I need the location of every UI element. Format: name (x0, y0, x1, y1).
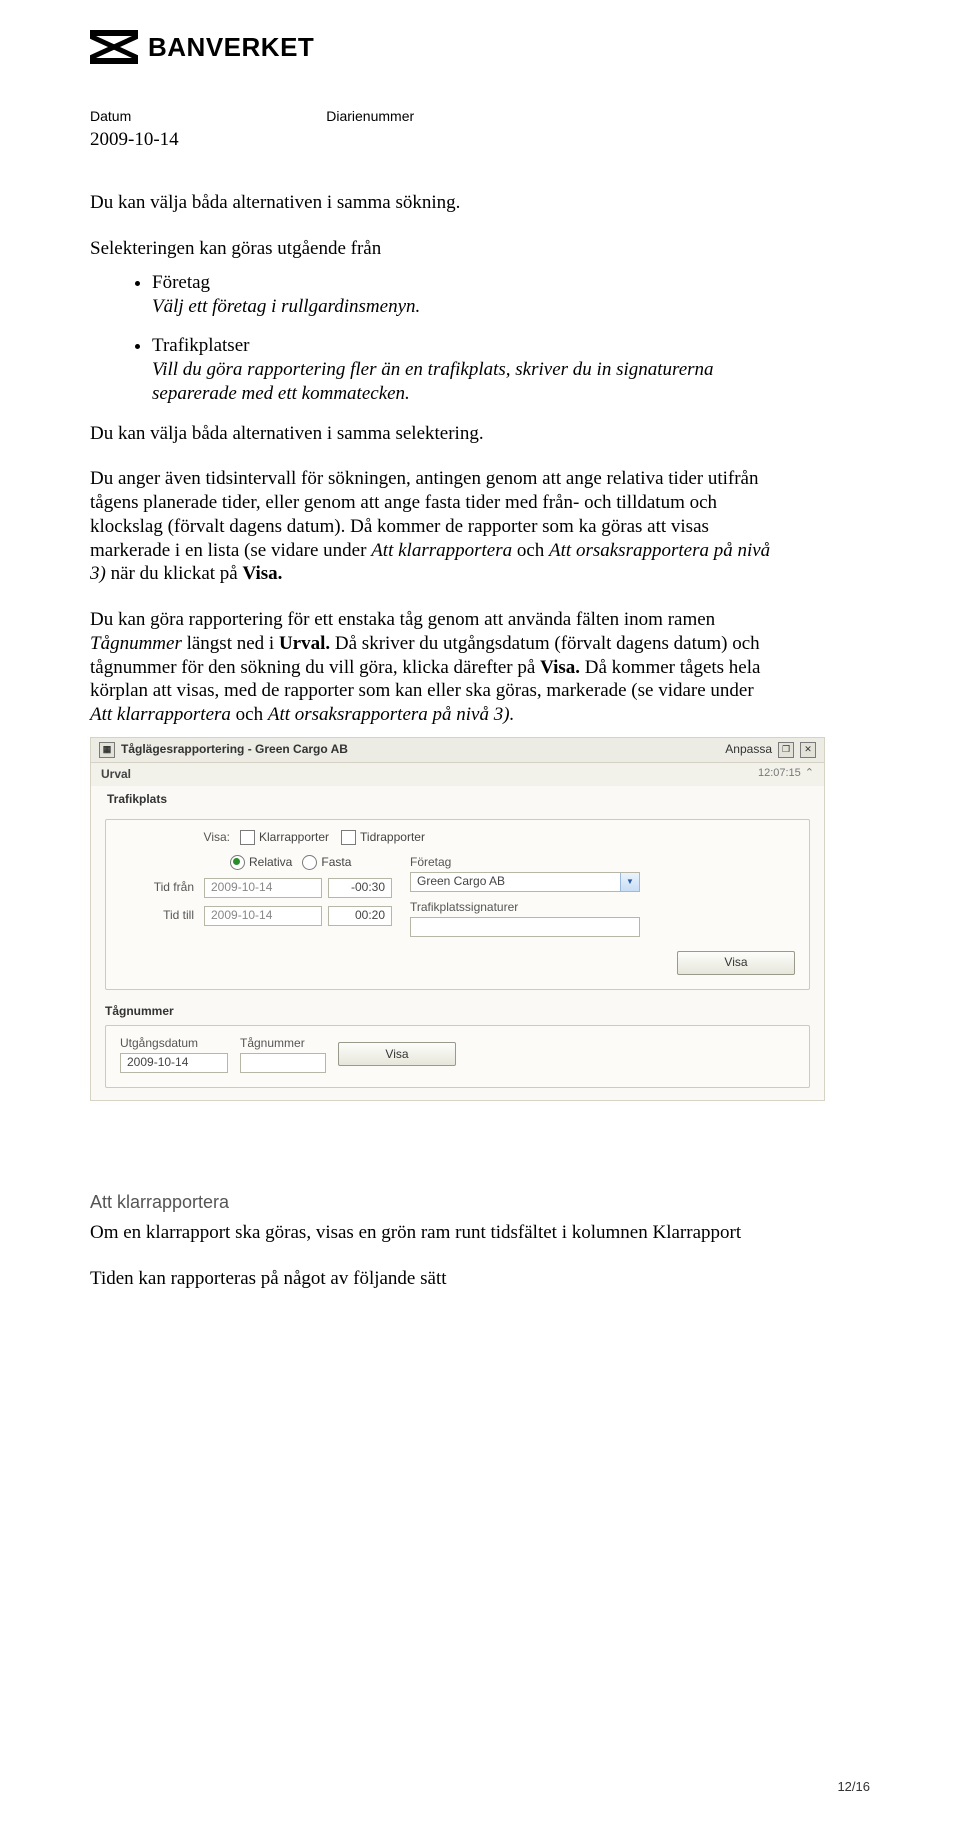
bullet-title: Trafikplatser (152, 334, 780, 358)
tagnummer-box: Utgångsdatum 2009-10-14 Tågnummer Visa (105, 1025, 810, 1088)
restore-icon[interactable]: ❐ (778, 742, 794, 758)
foretag-label: Företag (410, 855, 795, 870)
paragraph: Om en klarrapport ska göras, visas en gr… (90, 1221, 780, 1245)
list-item: Företag Välj ett företag i rullgardinsme… (152, 271, 780, 319)
datum-value: 2009-10-14 (90, 128, 870, 152)
radio-relativa[interactable]: Relativa (230, 855, 292, 870)
urval-header: Urval 12:07:15 ⌃ (91, 763, 824, 786)
visa-button-2[interactable]: Visa (338, 1042, 456, 1066)
anpassa-label[interactable]: Anpassa (725, 742, 772, 757)
utgangsdatum-label: Utgångsdatum (120, 1036, 228, 1051)
body-text: Du kan välja båda alternativen i samma s… (90, 191, 780, 727)
time-input[interactable]: 00:20 (328, 906, 392, 926)
trafikplats-box: Visa: Klarrapporter Tidrapporter (105, 819, 810, 990)
tid-till-label: Tid till (120, 908, 204, 923)
date-input[interactable]: 2009-10-14 (204, 878, 322, 898)
window-icon: ▦ (99, 742, 115, 758)
meta-row: Datum Diarienummer (90, 108, 870, 126)
panel-inner: Visa: Klarrapporter Tidrapporter (91, 807, 824, 1100)
diarienummer-label: Diarienummer (326, 108, 414, 126)
radio-icon (230, 855, 245, 870)
checkbox-tidrapporter[interactable]: Tidrapporter (341, 830, 425, 845)
visa-label: Visa: (120, 830, 240, 845)
visa-button[interactable]: Visa (677, 951, 795, 975)
bullet-sub: Välj ett företag i rullgardinsmenyn. (152, 295, 780, 319)
trafikplats-label: Trafikplats (91, 786, 824, 807)
paragraph: Du kan välja båda alternativen i samma s… (90, 422, 780, 446)
radio-icon (302, 855, 317, 870)
checkbox-icon (240, 830, 255, 845)
window-title: Tåglägesrapportering - Green Cargo AB (121, 742, 348, 757)
trafikplatssignaturer-label: Trafikplatssignaturer (410, 900, 795, 915)
bullet-sub: Vill du göra rapportering fler än en tra… (152, 358, 780, 406)
trafikplatssignaturer-input[interactable] (410, 917, 640, 937)
close-icon[interactable]: ✕ (800, 742, 816, 758)
radio-fasta[interactable]: Fasta (302, 855, 351, 870)
left-column: Relativa Fasta Tid från 2009-10-14 -00: (120, 855, 392, 926)
checkbox-klarrapporter[interactable]: Klarrapporter (240, 830, 329, 845)
datum-label: Datum (90, 108, 131, 126)
date-input[interactable]: 2009-10-14 (204, 906, 322, 926)
paragraph: Selekteringen kan göras utgående från (90, 237, 780, 261)
page: BANVERKET Datum Diarienummer 2009-10-14 … (0, 0, 960, 1821)
tid-fran-label: Tid från (120, 880, 204, 895)
logo-text: BANVERKET (148, 31, 314, 64)
chevron-up-icon[interactable]: ⌃ (805, 767, 814, 781)
screenshot-panel: ▦ Tåglägesrapportering - Green Cargo AB … (90, 737, 825, 1101)
paragraph: Du kan göra rapportering för ett enstaka… (90, 608, 780, 727)
logo-mark (90, 30, 138, 64)
utgangsdatum-input[interactable]: 2009-10-14 (120, 1053, 228, 1073)
logo: BANVERKET (90, 30, 870, 64)
bullet-title: Företag (152, 271, 780, 295)
paragraph: Du kan välja båda alternativen i samma s… (90, 191, 780, 215)
checkbox-icon (341, 830, 356, 845)
bullet-list: Företag Välj ett företag i rullgardinsme… (90, 271, 780, 406)
foretag-select[interactable]: Green Cargo AB ▼ (410, 872, 640, 892)
paragraph: Du anger även tidsintervall för sökninge… (90, 467, 780, 586)
urval-label: Urval (101, 767, 131, 782)
tagnummer-input[interactable] (240, 1053, 326, 1073)
right-column: Företag Green Cargo AB ▼ Trafikplatssign… (410, 855, 795, 941)
logo-cross-icon (90, 36, 138, 58)
list-item: Trafikplatser Vill du göra rapportering … (152, 334, 780, 405)
grid-row: Relativa Fasta Tid från 2009-10-14 -00: (120, 855, 795, 941)
chevron-down-icon: ▼ (620, 873, 639, 891)
paragraph: Tiden kan rapporteras på något av följan… (90, 1267, 780, 1291)
after-shot: Att klarrapportera Om en klarrapport ska… (90, 1191, 780, 1291)
window-titlebar: ▦ Tåglägesrapportering - Green Cargo AB … (91, 738, 824, 763)
time-input[interactable]: -00:30 (328, 878, 392, 898)
visa-row: Visa: Klarrapporter Tidrapporter (120, 830, 795, 845)
page-number: 12/16 (837, 1779, 870, 1795)
section-heading: Att klarrapportera (90, 1191, 780, 1214)
tagnummer-col-label: Tågnummer (240, 1036, 326, 1051)
tagnummer-label: Tågnummer (105, 998, 810, 1019)
clock-time: 12:07:15 (758, 767, 801, 781)
